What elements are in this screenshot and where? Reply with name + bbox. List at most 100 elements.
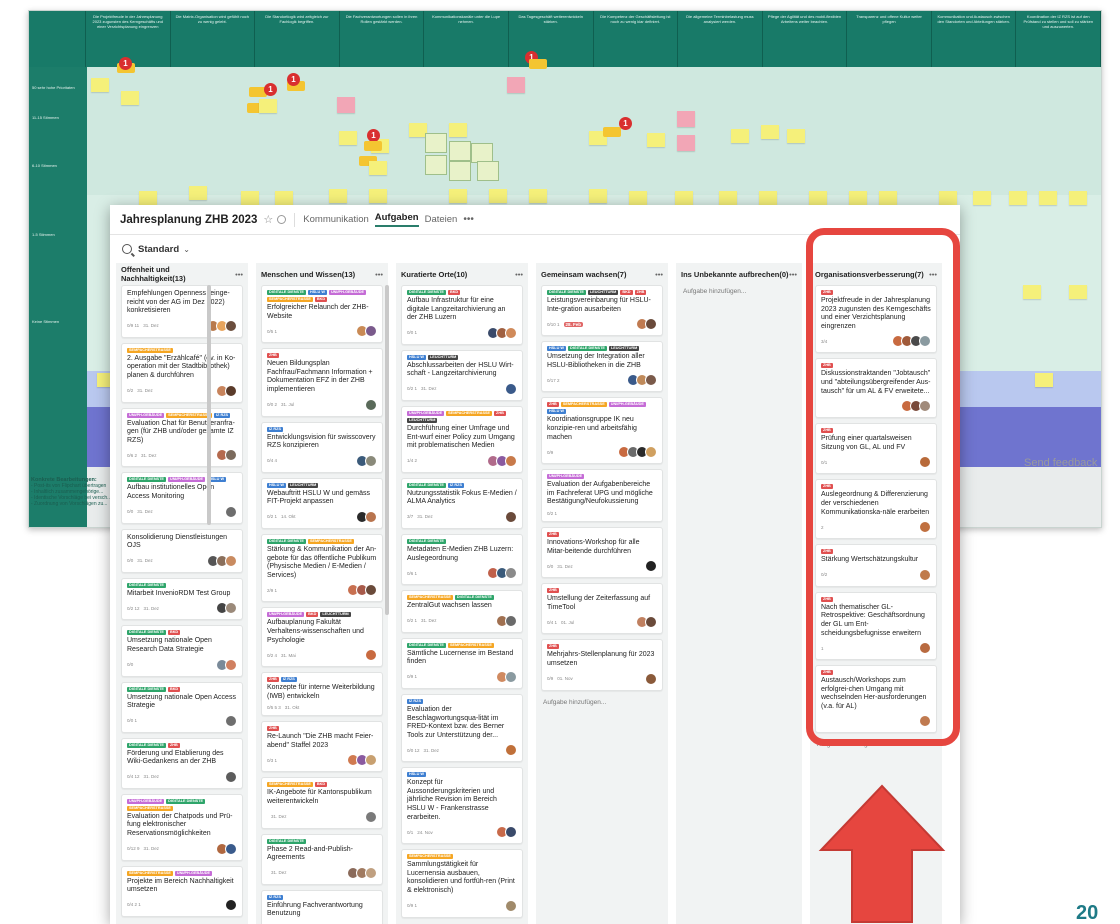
- avatar[interactable]: [505, 567, 517, 580]
- column-menu-icon[interactable]: •••: [655, 270, 663, 279]
- task-card[interactable]: DIGITALE DIENSTE Metadaten E-Medien ZHB L…: [401, 533, 523, 586]
- avatar[interactable]: [645, 560, 657, 573]
- task-card[interactable]: UNI/PH-GEBÄUDE SEMPACHERSTRASSE IZ RZS Eval…: [121, 407, 243, 468]
- avatar[interactable]: [505, 670, 517, 683]
- avatar[interactable]: [505, 614, 517, 627]
- task-card[interactable]: HSLU W DIGITALE DIENSTE LEUCHTTURM Umsetzun…: [541, 341, 663, 393]
- task-card[interactable]: DIGITALE DIENSTE UNI/PH-GEBÄUDE HSLU W Aufb…: [121, 472, 243, 524]
- avatar[interactable]: [225, 384, 237, 397]
- column-header[interactable]: Offenheit und Nachhaltigkeit(13) •••: [121, 263, 243, 285]
- task-card[interactable]: HSLU W Konzept für Aussonderungskriterien…: [401, 767, 523, 845]
- avatar[interactable]: [365, 454, 377, 467]
- task-card[interactable]: DIGITALE DIENSTE Mitarbeit InvenioRDM Tes…: [121, 577, 243, 621]
- task-card[interactable]: ZHB Re-Launch "Die ZHB macht Feier-abend"…: [261, 721, 383, 773]
- avatar[interactable]: [225, 449, 237, 462]
- task-card[interactable]: SEMPACHERSTRASSE UNI/PH-GEBÄUDE Projekte i…: [121, 865, 243, 917]
- task-card[interactable]: SEMPACHERSTRASSE BKD IK-Angebote für Kanto…: [261, 777, 383, 829]
- avatar[interactable]: [225, 842, 237, 855]
- task-card[interactable]: DIGITALE DIENSTE BKD Aufbau Infrastruktur …: [401, 285, 523, 345]
- avatar[interactable]: [365, 866, 377, 879]
- avatar[interactable]: [505, 510, 517, 523]
- column-header[interactable]: Kuratierte Orte(10) •••: [401, 263, 523, 285]
- card-title: Konsolidierung Dienstleistungen OJS: [127, 533, 228, 550]
- send-feedback-link[interactable]: Send feedback: [1024, 457, 1097, 469]
- avatar[interactable]: [365, 649, 377, 662]
- task-card[interactable]: DIGITALE DIENSTE Phase 2 Read-and-Publish…: [261, 833, 383, 885]
- avatar[interactable]: [225, 602, 237, 615]
- task-card[interactable]: Empfehlungen Openness (einge-reicht von …: [121, 285, 243, 338]
- task-card[interactable]: DIGITALE DIENSTE ZHB Förderung und Etablie…: [121, 737, 243, 789]
- avatar[interactable]: [645, 616, 657, 629]
- scrollbar[interactable]: [385, 285, 389, 615]
- star-icon[interactable]: ☆: [263, 213, 273, 226]
- scrollbar[interactable]: [207, 285, 211, 525]
- task-card[interactable]: ZHB Innovations-Workshop für alle Mitar-b…: [541, 526, 663, 579]
- task-card[interactable]: HSLU W LEUCHTTURM Webauftritt HSLU W und g…: [261, 477, 383, 529]
- task-card[interactable]: IZ RZS Einführung Fachverantwortung Benut…: [261, 889, 383, 924]
- board-column-header: Transparenz und offene Kultur weiter pfl…: [847, 11, 932, 67]
- avatar[interactable]: [365, 510, 377, 523]
- tab-dateien[interactable]: Dateien: [425, 214, 458, 225]
- avatar[interactable]: [225, 319, 237, 332]
- avatar[interactable]: [225, 714, 237, 727]
- card-title: Nutzungsstatistik Fokus E-Medien / ALMA …: [407, 489, 517, 506]
- column-menu-icon[interactable]: •••: [789, 270, 797, 279]
- avatar[interactable]: [645, 318, 657, 331]
- task-card[interactable]: UNI/PH-GEBÄUDE Evaluation der Aufgabenber…: [541, 469, 663, 522]
- avatar[interactable]: [225, 658, 237, 671]
- avatar[interactable]: [225, 554, 237, 567]
- sticky-note: [973, 191, 991, 205]
- avatar[interactable]: [225, 898, 237, 911]
- task-card[interactable]: IZ RZS Evaluation der Beschlagwortungsqua…: [401, 693, 523, 763]
- avatar[interactable]: [645, 446, 657, 459]
- column-header[interactable]: Menschen und Wissen(13) •••: [261, 263, 383, 285]
- avatar[interactable]: [365, 810, 377, 823]
- tab-aufgaben[interactable]: Aufgaben: [374, 212, 419, 227]
- tab-kommunikation[interactable]: Kommunikation: [303, 214, 368, 225]
- avatar[interactable]: [365, 584, 377, 597]
- more-options-icon[interactable]: •••: [463, 214, 474, 225]
- avatar[interactable]: [505, 454, 517, 467]
- avatar[interactable]: [505, 326, 517, 339]
- task-card[interactable]: SEMPACHERSTRASSE Sammlungstätigkeit für L…: [401, 849, 523, 918]
- info-icon[interactable]: [277, 215, 287, 224]
- task-card[interactable]: ZHB Neuen Bildungsplan Fachfrau/Fachmann …: [261, 348, 383, 417]
- task-card[interactable]: DIGITALE DIENSTE HSLU W UNI/PH-GEBÄUDE SEMP…: [261, 285, 383, 344]
- task-card[interactable]: HSLU W LEUCHTTURM Abschlussarbeiten der HS…: [401, 349, 523, 401]
- avatar[interactable]: [645, 374, 657, 387]
- task-card[interactable]: SEMPACHERSTRASSE 2. Ausgabe "Erzählcafé" …: [121, 342, 243, 403]
- task-card[interactable]: DIGITALE DIENSTE LEUCHTTURM BKD ZHB Leistung…: [541, 285, 663, 337]
- avatar[interactable]: [365, 325, 377, 338]
- task-card[interactable]: DIGITALE DIENSTE SEMPACHERSTRASSE Sämtlich…: [401, 637, 523, 689]
- column-menu-icon[interactable]: •••: [515, 270, 523, 279]
- column-menu-icon[interactable]: •••: [235, 270, 243, 279]
- avatar[interactable]: [505, 382, 517, 395]
- task-card[interactable]: DIGITALE DIENSTE BKD Umsetzung nationale O…: [121, 625, 243, 677]
- task-card[interactable]: ZHB Mehrjahrs-Stellenplanung für 2023 ums…: [541, 639, 663, 691]
- task-card[interactable]: ZHB SEMPACHERSTRASSE UNI/PH-GEBÄUDE HSLU WK…: [541, 397, 663, 465]
- column-menu-icon[interactable]: •••: [375, 270, 383, 279]
- task-card[interactable]: DIGITALE DIENSTE IZ RZS Nutzungsstatistik …: [401, 477, 523, 529]
- task-card[interactable]: ZHB Umstellung der Zeiterfassung auf Time…: [541, 583, 663, 635]
- task-card[interactable]: SEMPACHERSTRASSE DIGITALE DIENSTE ZentralG…: [401, 590, 523, 633]
- task-card[interactable]: UNI/PH-GEBÄUDE DIGITALE DIENSTE SEMPACHERS…: [121, 793, 243, 861]
- avatar[interactable]: [225, 770, 237, 783]
- avatar[interactable]: [225, 505, 237, 518]
- task-card[interactable]: UNI/PH-GEBÄUDE BKD LEUCHTTURM Aufbauplanung…: [261, 607, 383, 668]
- task-card[interactable]: UNI/PH-GEBÄUDE SEMPACHERSTRASSE ZHB LEUCHTT…: [401, 405, 523, 473]
- task-card[interactable]: IZ RZS Entwicklungsvision für swisscovery…: [261, 421, 383, 473]
- avatar[interactable]: [645, 672, 657, 685]
- task-card[interactable]: Konsolidierung Dienstleistungen OJS 0/0 31…: [121, 528, 243, 573]
- task-card[interactable]: ZHB IZ RZS Konzepte für interne Weiterbild…: [261, 672, 383, 717]
- add-task-button[interactable]: Aufgabe hinzufügen...: [541, 696, 663, 709]
- avatar[interactable]: [505, 826, 517, 839]
- avatar[interactable]: [505, 899, 517, 912]
- column-header[interactable]: Ins Unbekannte aufbrechen(0) •••: [681, 263, 797, 285]
- add-task-button[interactable]: Aufgabe hinzufügen...: [681, 285, 797, 298]
- task-card[interactable]: DIGITALE DIENSTE BKD Umsetzung nationale O…: [121, 681, 243, 733]
- avatar[interactable]: [365, 398, 377, 411]
- avatar[interactable]: [365, 754, 377, 767]
- task-card[interactable]: DIGITALE DIENSTE SEMPACHERSTRASSE Stärkung…: [261, 533, 383, 603]
- column-header[interactable]: Gemeinsam wachsen(7) •••: [541, 263, 663, 285]
- avatar[interactable]: [505, 744, 517, 757]
